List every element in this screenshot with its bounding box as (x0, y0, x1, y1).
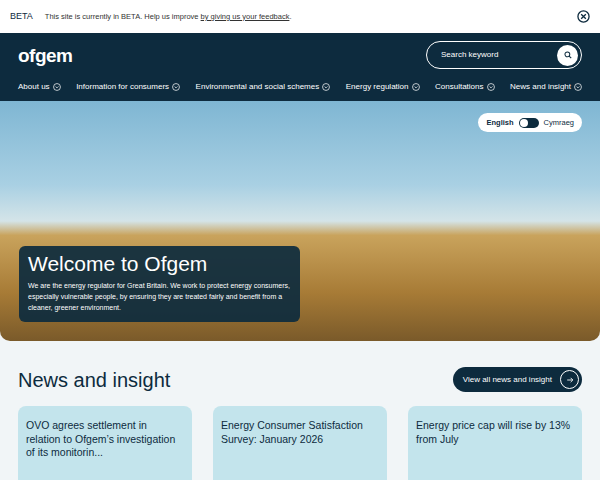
site-header: ofgem About us Information for consumers En… (0, 33, 600, 101)
language-row: English Cymraeg (19, 113, 582, 132)
chevron-down-icon (53, 83, 61, 91)
nav-item[interactable]: Information for consumers (76, 81, 180, 93)
news-card-title[interactable]: Energy price cap will rise by 13% from J… (416, 419, 574, 446)
nav-label: News and insight (510, 81, 571, 93)
view-all-label: View all news and insight (463, 374, 552, 386)
hero-banner: English Cymraeg Welcome to Ofgem We are the… (0, 101, 600, 341)
search-input[interactable] (439, 48, 557, 62)
logo[interactable]: ofgem (18, 46, 73, 65)
toggle-knob (520, 119, 528, 127)
nav-item[interactable]: Environmental and social schemes (196, 81, 331, 93)
beta-message: This site is currently in BETA. Help us … (45, 11, 577, 22)
welcome-title: Welcome to Ofgem (28, 252, 290, 276)
chevron-down-icon (412, 83, 420, 91)
nav-item[interactable]: Energy regulation (346, 81, 420, 93)
news-card-title[interactable]: Energy Consumer Satisfaction Survey: Jan… (221, 419, 379, 446)
language-option[interactable]: Cymraeg (544, 117, 574, 128)
chevron-down-icon (487, 83, 495, 91)
news-header: News and insight View all news and insigh… (18, 367, 582, 392)
search-button[interactable] (557, 45, 578, 66)
beta-label: BETA (10, 10, 33, 24)
nav-label: Information for consumers (76, 81, 169, 93)
beta-text: This site is currently in BETA. Help us … (45, 12, 201, 21)
header-row: ofgem (18, 41, 582, 69)
nav-label: About us (18, 81, 50, 93)
close-icon (577, 10, 590, 23)
nav-label: Environmental and social schemes (196, 81, 320, 93)
chevron-down-icon (574, 83, 582, 91)
beta-banner: BETA This site is currently in BETA. Help… (0, 0, 600, 33)
news-card[interactable]: OVO agrees settlement in relation to Ofg… (18, 406, 192, 480)
welcome-box: Welcome to Ofgem We are the energy regula… (19, 246, 300, 322)
welcome-text: We are the energy regulator for Great Br… (28, 281, 290, 314)
news-card[interactable]: Energy price cap will rise by 13% from J… (408, 406, 582, 480)
beta-suffix: . (289, 12, 291, 21)
arrow-circle (560, 370, 579, 389)
news-cards: OVO agrees settlement in relation to Ofg… (18, 406, 582, 480)
view-all-button[interactable]: View all news and insight (453, 367, 582, 392)
news-title: News and insight (18, 368, 170, 392)
news-section: News and insight View all news and insigh… (0, 341, 600, 480)
search-box (426, 41, 582, 69)
nav-label: Consultations (435, 81, 483, 93)
language-option[interactable]: English (486, 117, 513, 128)
arrow-right-icon (566, 376, 574, 384)
toggle-switch[interactable] (519, 118, 539, 128)
chevron-down-icon (322, 83, 330, 91)
chevron-down-icon (172, 83, 180, 91)
nav-item[interactable]: News and insight (510, 81, 582, 93)
close-button[interactable] (577, 10, 590, 23)
main-nav: About us Information for consumers Environ… (18, 81, 582, 93)
feedback-link[interactable]: by giving us your feedback (201, 12, 290, 21)
language-toggle[interactable]: English Cymraeg (478, 113, 582, 132)
nav-label: Energy regulation (346, 81, 409, 93)
nav-item[interactable]: Consultations (435, 81, 494, 93)
news-card-title[interactable]: OVO agrees settlement in relation to Ofg… (26, 419, 184, 460)
news-card[interactable]: Energy Consumer Satisfaction Survey: Jan… (213, 406, 387, 480)
nav-item[interactable]: About us (18, 81, 61, 93)
search-icon (564, 51, 572, 59)
